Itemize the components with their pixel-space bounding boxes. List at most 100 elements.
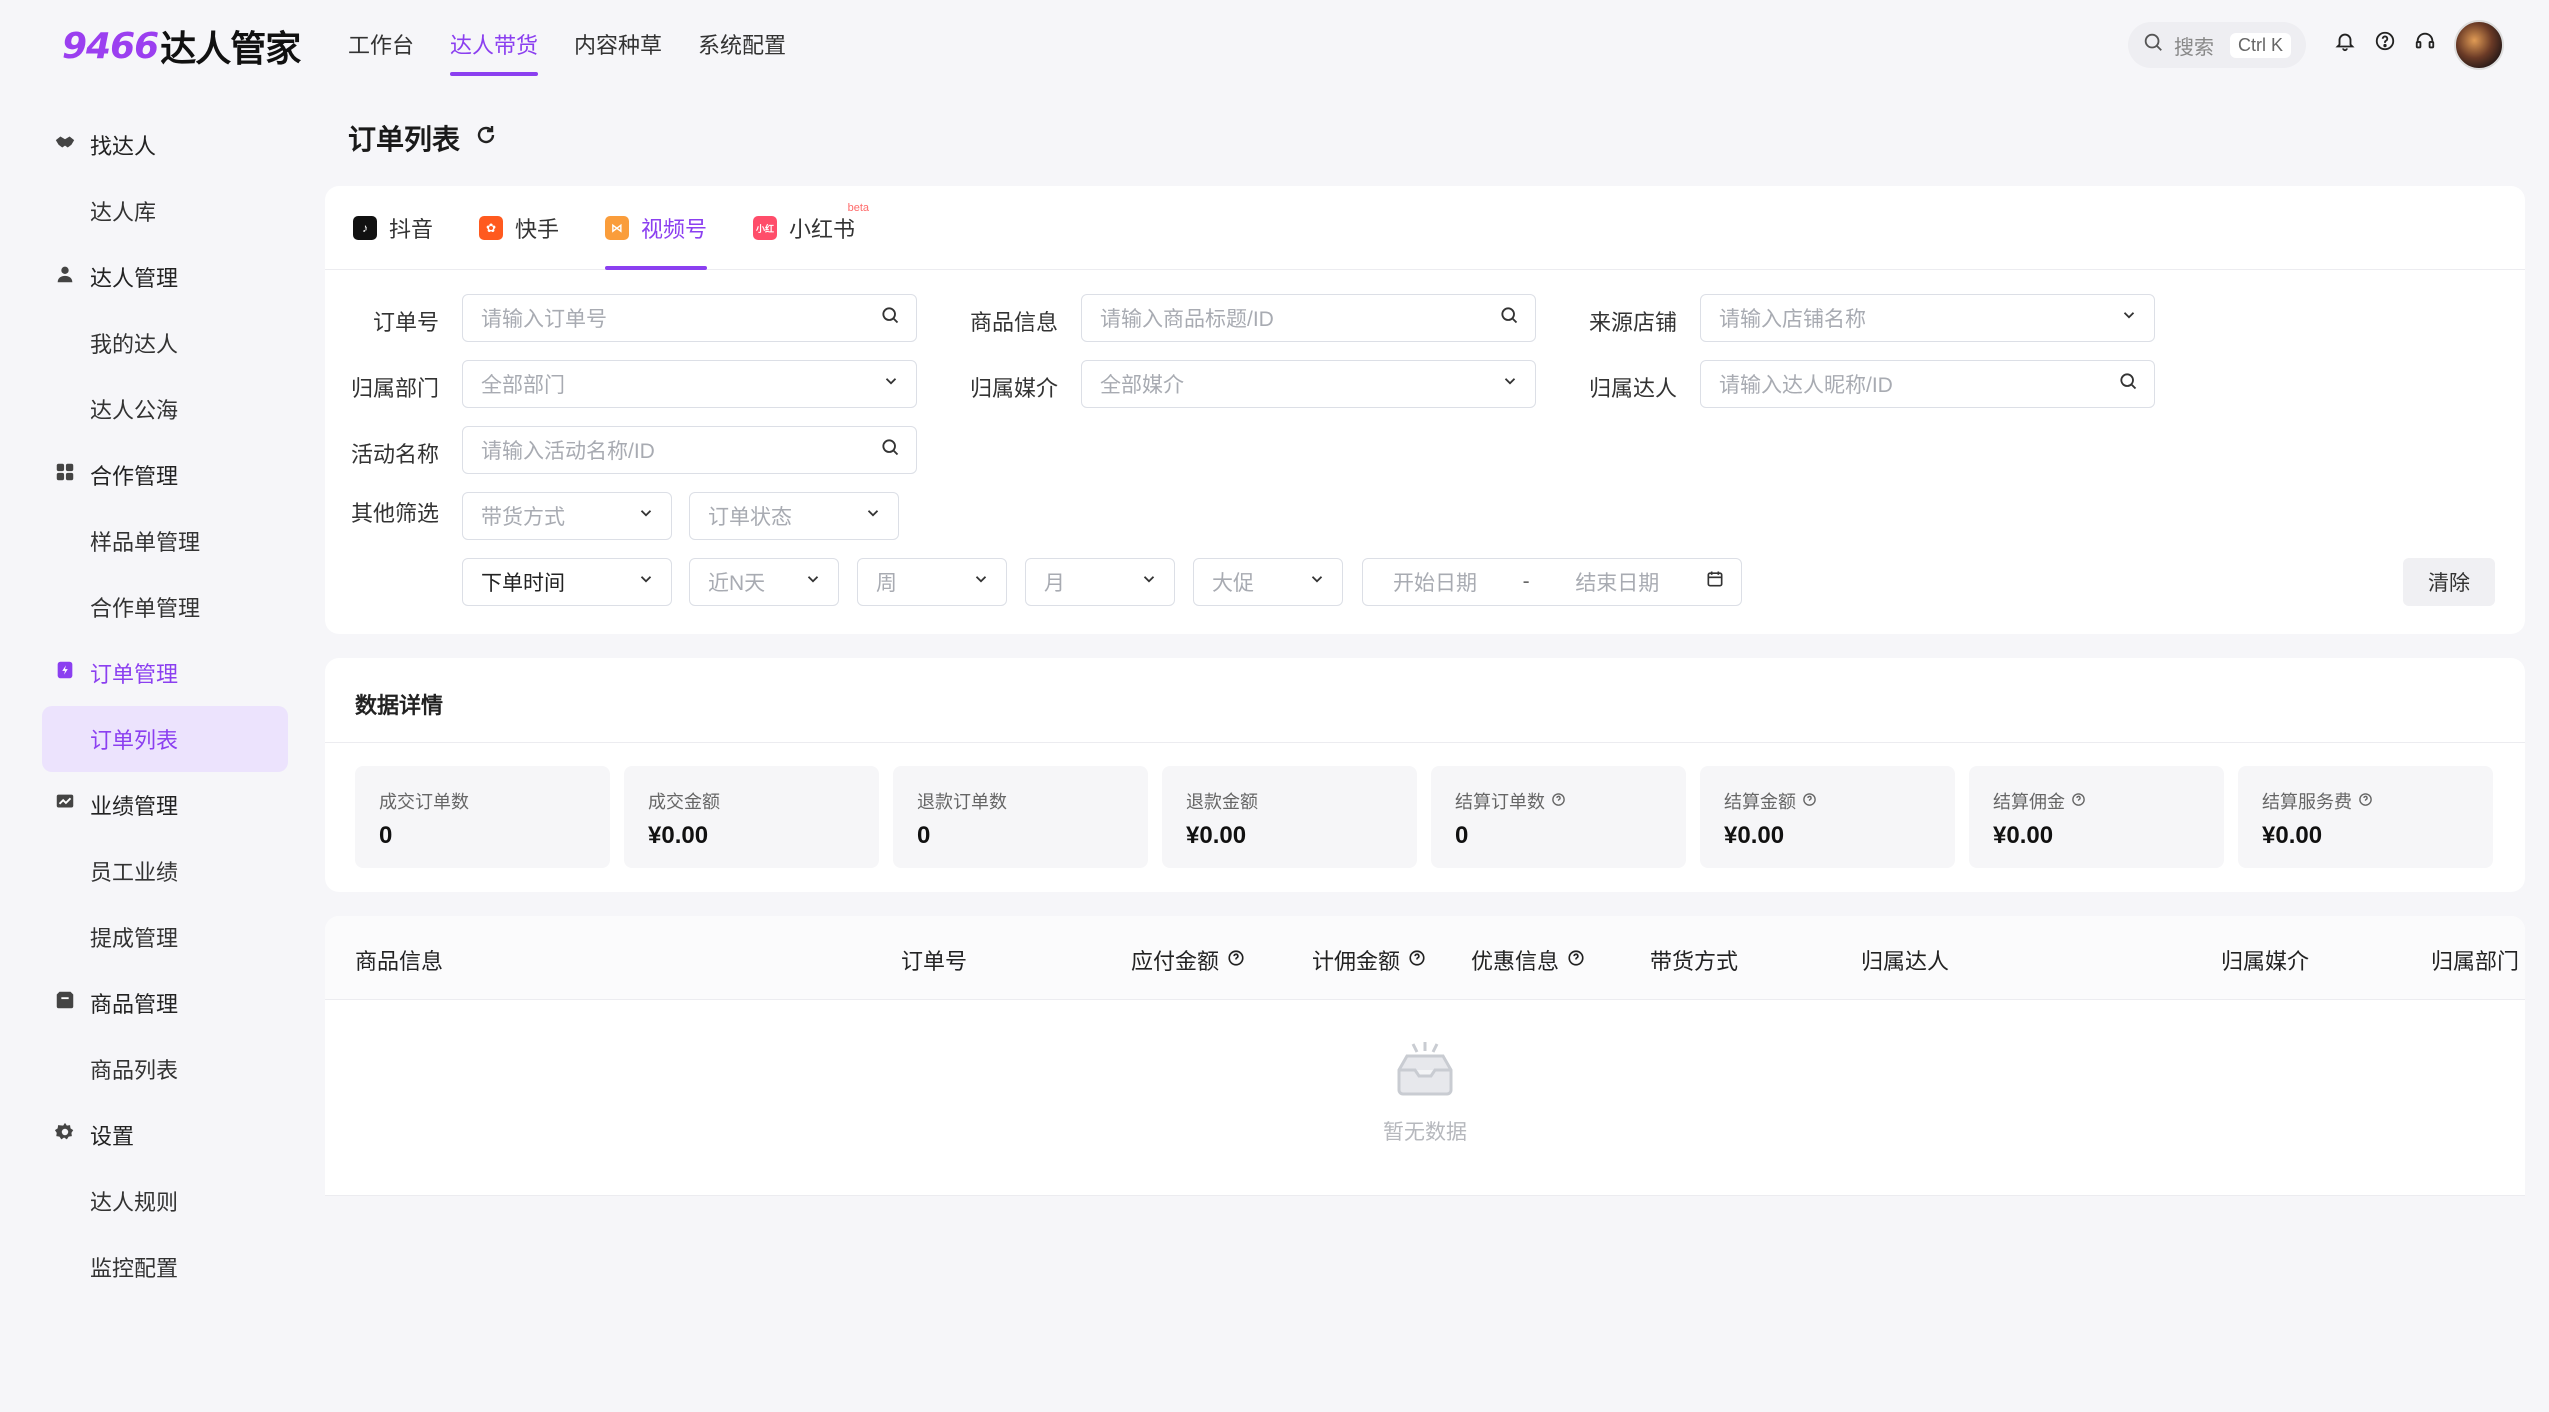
sidebar-group-performance[interactable]: 业绩管理 [42, 772, 288, 838]
divider [325, 742, 2525, 743]
empty-text: 暂无数据 [1383, 1121, 1467, 1144]
sidebar-item-my-talents[interactable]: 我的达人 [42, 310, 288, 376]
order-icon [54, 659, 76, 687]
week-select[interactable]: 周 [857, 558, 1007, 606]
help-icon[interactable] [2071, 791, 2086, 812]
stats-title: 数据详情 [355, 693, 444, 718]
global-search[interactable]: 搜索 Ctrl K [2128, 22, 2306, 68]
sidebar-item-talent-rules[interactable]: 达人规则 [42, 1168, 288, 1234]
sidebar-group-order-manage[interactable]: 订单管理 [42, 640, 288, 706]
recent-days-select[interactable]: 近N天 [689, 558, 839, 606]
sell-mode-select[interactable]: 带货方式 [462, 492, 672, 540]
month-select[interactable]: 月 [1025, 558, 1175, 606]
table-header: 商品信息 订单号 应付金额 计佣金额 优惠信息 带货方式 归属达人 归属媒介 归… [325, 916, 2525, 1000]
tab-douyin[interactable]: ♪ 抖音 [353, 186, 433, 270]
week-placeholder: 周 [876, 572, 897, 595]
tab-label: 快手 [515, 217, 560, 242]
promo-select[interactable]: 大促 [1193, 558, 1343, 606]
activity-placeholder: 请输入活动名称/ID [481, 440, 655, 463]
header-icons [2332, 28, 2438, 54]
sidebar-item-staff-performance[interactable]: 员工业绩 [42, 838, 288, 904]
col-commission-base[interactable]: 计佣金额 [1312, 944, 1426, 976]
sidebar-item-monitor-config[interactable]: 监控配置 [42, 1234, 288, 1300]
col-sell-mode[interactable]: 带货方式 [1650, 944, 1738, 976]
sidebar-item-talent-library[interactable]: 达人库 [42, 178, 288, 244]
stats-card: 数据详情 成交订单数 0 成交金额 ¥0.00 退款订单数 0 退款金额 ¥0.… [325, 658, 2525, 892]
user-avatar[interactable] [2454, 20, 2504, 70]
activity-input[interactable]: 请输入活动名称/ID [462, 426, 917, 474]
sidebar-group-settings[interactable]: 设置 [42, 1102, 288, 1168]
help-icon[interactable] [2358, 791, 2373, 812]
sidebar-item-order-list[interactable]: 订单列表 [42, 706, 288, 772]
nav-talent-sales[interactable]: 达人带货 [450, 26, 539, 78]
col-product[interactable]: 商品信息 [355, 944, 443, 976]
chevron-down-icon [864, 504, 882, 528]
shipinhao-icon: ⋈ [605, 216, 630, 240]
stats-row: 成交订单数 0 成交金额 ¥0.00 退款订单数 0 退款金额 ¥0.00 结算… [355, 766, 2493, 868]
search-icon [2118, 371, 2138, 397]
help-icon[interactable] [1227, 947, 1245, 973]
stat-label: 退款订单数 [917, 792, 1007, 812]
sidebar-group-talent-manage[interactable]: 达人管理 [42, 244, 288, 310]
sidebar-group-cooperation[interactable]: 合作管理 [42, 442, 288, 508]
col-dept[interactable]: 归属部门 [2431, 944, 2519, 976]
tab-shipinhao[interactable]: ⋈ 视频号 [605, 186, 708, 270]
product-input[interactable]: 请输入商品标题/ID [1081, 294, 1536, 342]
col-order-no[interactable]: 订单号 [901, 944, 967, 976]
dept-select[interactable]: 全部部门 [462, 360, 917, 408]
help-icon[interactable] [2372, 28, 2398, 54]
help-icon[interactable] [1567, 947, 1585, 973]
sidebar-group-find-talent[interactable]: 找达人 [42, 112, 288, 178]
stat-deal-orders: 成交订单数 0 [355, 766, 610, 868]
nav-workbench[interactable]: 工作台 [348, 26, 414, 78]
col-media[interactable]: 归属媒介 [2221, 944, 2309, 976]
headset-icon[interactable] [2412, 28, 2438, 54]
sidebar-item-commission[interactable]: 提成管理 [42, 904, 288, 970]
refresh-icon[interactable] [474, 122, 498, 154]
handshake-icon [54, 131, 76, 159]
shop-label: 来源店铺 [1588, 310, 1677, 335]
time-type-select[interactable]: 下单时间 [462, 558, 672, 606]
bell-icon[interactable] [2332, 28, 2358, 54]
app-logo[interactable]: 9466 达人管家 [62, 22, 301, 70]
clear-button[interactable]: 清除 [2403, 558, 2495, 606]
help-icon[interactable] [1551, 791, 1566, 812]
media-select[interactable]: 全部媒介 [1081, 360, 1536, 408]
calendar-icon [1705, 569, 1725, 595]
order-no-input[interactable]: 请输入订单号 [462, 294, 917, 342]
help-icon[interactable] [1802, 791, 1817, 812]
tab-label: 小红书 [789, 217, 856, 242]
sidebar-item-sample-orders[interactable]: 样品单管理 [42, 508, 288, 574]
col-payable[interactable]: 应付金额 [1131, 944, 1245, 976]
date-range-picker[interactable]: 开始日期 - 结束日期 [1362, 558, 1742, 606]
col-talent[interactable]: 归属达人 [1861, 944, 1949, 976]
time-type-value: 下单时间 [481, 572, 565, 595]
stat-label: 退款金额 [1186, 792, 1258, 812]
media-label: 归属媒介 [969, 376, 1058, 401]
stat-value: 0 [917, 822, 931, 849]
sidebar-item-cooperation-orders[interactable]: 合作单管理 [42, 574, 288, 640]
kuaishou-icon: ✿ [479, 216, 504, 240]
sidebar-group-label: 商品管理 [90, 992, 179, 1017]
sidebar-item-product-list[interactable]: 商品列表 [42, 1036, 288, 1102]
shop-select[interactable]: 请输入店铺名称 [1700, 294, 2155, 342]
tab-xiaohongshu[interactable]: 小红 小红书 beta [753, 186, 869, 270]
col-label: 归属达人 [1861, 949, 1950, 974]
tab-kuaishou[interactable]: ✿ 快手 [479, 186, 559, 270]
stat-label: 结算订单数 [1455, 792, 1545, 812]
nav-content-seeding[interactable]: 内容种草 [574, 26, 662, 78]
talent-input[interactable]: 请输入达人昵称/ID [1700, 360, 2155, 408]
chevron-down-icon [2120, 306, 2138, 330]
sidebar-item-talent-pool[interactable]: 达人公海 [42, 376, 288, 442]
order-status-select[interactable]: 订单状态 [689, 492, 899, 540]
stat-label: 结算服务费 [2262, 792, 2352, 812]
sidebar-group-product-manage[interactable]: 商品管理 [42, 970, 288, 1036]
chevron-down-icon [1501, 372, 1519, 396]
help-icon[interactable] [1408, 947, 1426, 973]
grid-icon [54, 461, 76, 489]
divider [325, 1195, 2525, 1196]
col-discount[interactable]: 优惠信息 [1471, 944, 1585, 976]
nav-system-config[interactable]: 系统配置 [698, 26, 786, 78]
stat-refund-amount: 退款金额 ¥0.00 [1162, 766, 1417, 868]
promo-placeholder: 大促 [1212, 572, 1254, 595]
